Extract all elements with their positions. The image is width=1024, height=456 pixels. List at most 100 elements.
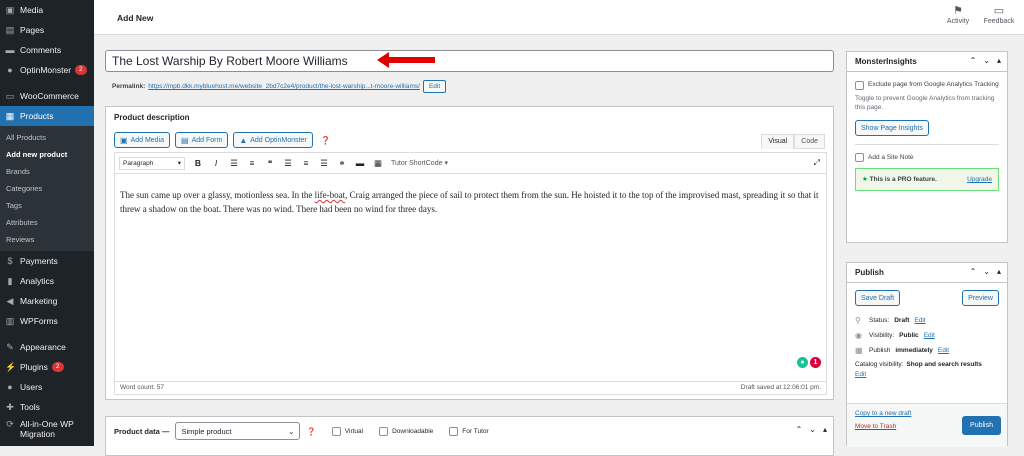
chevron-up-icon[interactable]: ⌃: [970, 56, 977, 65]
editor-content[interactable]: The sun came up over a glassy, motionles…: [114, 174, 827, 382]
chevron-down-icon[interactable]: ⌄: [983, 267, 990, 276]
draft-saved-status: Draft saved at 12:06:01 pm.: [740, 384, 821, 391]
edit-catalog-link[interactable]: Edit: [855, 371, 999, 378]
publish-footer: Copy to a new draft Move to Trash Publis…: [847, 403, 1007, 447]
menu-comments[interactable]: ▬ Comments: [0, 40, 94, 60]
upgrade-link[interactable]: Upgrade: [967, 175, 992, 184]
help-icon[interactable]: ❓: [321, 136, 331, 145]
menu-marketing[interactable]: ◀ Marketing: [0, 291, 94, 311]
edit-visibility-link[interactable]: Edit: [924, 332, 935, 339]
comments-icon: ▬: [5, 45, 15, 55]
publish-button[interactable]: Publish: [962, 416, 1001, 435]
top-header: Add New ⚑ Activity ▭ Feedback: [94, 0, 1024, 35]
product-type-select[interactable]: Simple product ⌄: [175, 422, 301, 440]
submenu-all-products[interactable]: All Products: [0, 129, 94, 146]
help-icon[interactable]: ❓: [306, 427, 315, 436]
grammarly-count: 1: [810, 357, 821, 368]
tutor-shortcode-dropdown[interactable]: Tutor ShortCode ▾: [391, 159, 448, 167]
media-icon: ▣: [120, 135, 128, 145]
numbered-list-icon[interactable]: ≡: [247, 158, 257, 168]
fullscreen-icon[interactable]: ⤢: [814, 158, 820, 168]
tab-visual[interactable]: Visual: [761, 134, 795, 149]
add-optinmonster-button[interactable]: ▲ Add OptinMonster: [233, 132, 313, 148]
chevron-up-icon[interactable]: ⌃: [970, 267, 977, 276]
menu-wpforms[interactable]: ▥ WPForms: [0, 311, 94, 331]
menu-appearance[interactable]: ✎ Appearance: [0, 337, 94, 357]
permalink-row: Permalink: https://mpb.dkk.mybluehost.me…: [112, 80, 447, 93]
edit-status-link[interactable]: Edit: [914, 317, 925, 324]
star-icon: ★: [862, 176, 868, 183]
submenu-attributes[interactable]: Attributes: [0, 214, 94, 231]
add-form-button[interactable]: ▤ Add Form: [175, 132, 229, 148]
permalink-link[interactable]: https://mpb.dkk.mybluehost.me/website_2b…: [148, 83, 420, 90]
chevron-down-icon[interactable]: ⌄: [809, 425, 816, 434]
for-tutor-checkbox[interactable]: For Tutor: [449, 426, 489, 436]
edit-publish-time-link[interactable]: Edit: [938, 347, 949, 354]
calendar-icon: ▦: [855, 346, 863, 355]
italic-icon[interactable]: I: [211, 158, 221, 168]
chevron-up-icon[interactable]: ⌃: [796, 425, 803, 434]
downloadable-checkbox[interactable]: Downloadable: [379, 426, 433, 436]
menu-tools[interactable]: ✚ Tools: [0, 397, 94, 417]
submenu-reviews[interactable]: Reviews: [0, 231, 94, 248]
bullet-list-icon[interactable]: ☰: [229, 158, 239, 169]
caret-down-icon: ▾: [444, 160, 448, 167]
menu-migration[interactable]: ⟳ All-in-One WP Migration: [0, 417, 94, 443]
chevron-down-icon[interactable]: ⌄: [983, 56, 990, 65]
products-icon: ▦: [5, 111, 15, 121]
submenu-add-new-product[interactable]: Add new product: [0, 146, 94, 163]
publish-time-row: ▦ Publish immediately Edit: [855, 346, 950, 355]
product-data-panel: Product data — Simple product ⌄ ❓ Virtual…: [105, 416, 834, 456]
submenu-tags[interactable]: Tags: [0, 197, 94, 214]
tab-code[interactable]: Code: [794, 134, 825, 149]
align-center-icon[interactable]: ≡: [301, 158, 311, 168]
menu-payments[interactable]: $ Payments: [0, 251, 94, 271]
save-draft-button[interactable]: Save Draft: [855, 290, 901, 306]
menu-pages[interactable]: ▤ Pages: [0, 20, 94, 40]
align-right-icon[interactable]: ☰: [319, 158, 329, 169]
activity-button[interactable]: ⚑ Activity: [940, 4, 976, 25]
menu-optinmonster[interactable]: ● OptinMonster 2: [0, 60, 94, 80]
menu-users[interactable]: ● Users: [0, 377, 94, 397]
show-page-insights-button[interactable]: Show Page Insights: [855, 120, 929, 136]
read-more-icon[interactable]: ▬: [355, 158, 365, 168]
add-media-button[interactable]: ▣ Add Media: [114, 132, 171, 148]
blockquote-icon[interactable]: ❝: [265, 158, 275, 169]
media-icon: ▣: [5, 5, 15, 15]
update-badge: 2: [51, 362, 64, 372]
menu-plugins[interactable]: ⚡ Plugins 2: [0, 357, 94, 377]
format-select[interactable]: Paragraph ▾: [119, 156, 185, 170]
virtual-checkbox[interactable]: Virtual: [331, 426, 363, 436]
monsterinsights-panel: MonsterInsights ⌃ ⌄ ▴ Exclude page from Go…: [846, 51, 1008, 243]
grammarly-icon: ●: [797, 357, 808, 368]
catalog-visibility-row: Catalog visibility: Shop and search resul…: [847, 358, 1007, 381]
editor-toolbar: Paragraph ▾ B I ☰ ≡ ❝ ☰ ≡ ☰ ⚭ ▬ ▦ Tutor S…: [114, 152, 827, 174]
add-site-note-checkbox[interactable]: Add a Site Note: [855, 153, 999, 162]
align-left-icon[interactable]: ☰: [283, 158, 293, 169]
feedback-icon: ▭: [993, 5, 1005, 17]
menu-media[interactable]: ▣ Media: [0, 0, 94, 20]
payments-icon: $: [7, 256, 13, 266]
menu-products[interactable]: ▦ Products: [0, 106, 94, 126]
exclude-tracking-toggle[interactable]: Exclude page from Google Analytics Track…: [855, 80, 999, 90]
link-icon[interactable]: ⚭: [337, 158, 347, 169]
panel-title: MonsterInsights: [855, 57, 917, 66]
toolbar-toggle-icon[interactable]: ▦: [373, 158, 383, 169]
wpforms-icon: ▥: [5, 316, 15, 326]
permalink-edit-button[interactable]: Edit: [422, 80, 447, 93]
publish-panel: Publish ⌃ ⌄ ▴ Save Draft Preview ⚲ Status: D…: [846, 262, 1008, 447]
caret-up-icon[interactable]: ▴: [997, 267, 1001, 276]
menu-woocommerce[interactable]: ▭ WooCommerce: [0, 86, 94, 106]
menu-analytics[interactable]: ▮ Analytics: [0, 271, 94, 291]
eye-icon: ◉: [855, 331, 862, 340]
chevron-down-icon: ▾: [177, 160, 181, 167]
feedback-button[interactable]: ▭ Feedback: [981, 4, 1017, 25]
caret-up-icon[interactable]: ▴: [823, 425, 827, 434]
caret-up-icon[interactable]: ▴: [997, 56, 1001, 65]
submenu-brands[interactable]: Brands: [0, 163, 94, 180]
grammarly-widget[interactable]: ● 1: [797, 357, 821, 368]
submenu-categories[interactable]: Categories: [0, 180, 94, 197]
preview-button[interactable]: Preview: [962, 290, 999, 306]
bold-icon[interactable]: B: [193, 158, 203, 168]
product-title-input[interactable]: [105, 50, 834, 72]
